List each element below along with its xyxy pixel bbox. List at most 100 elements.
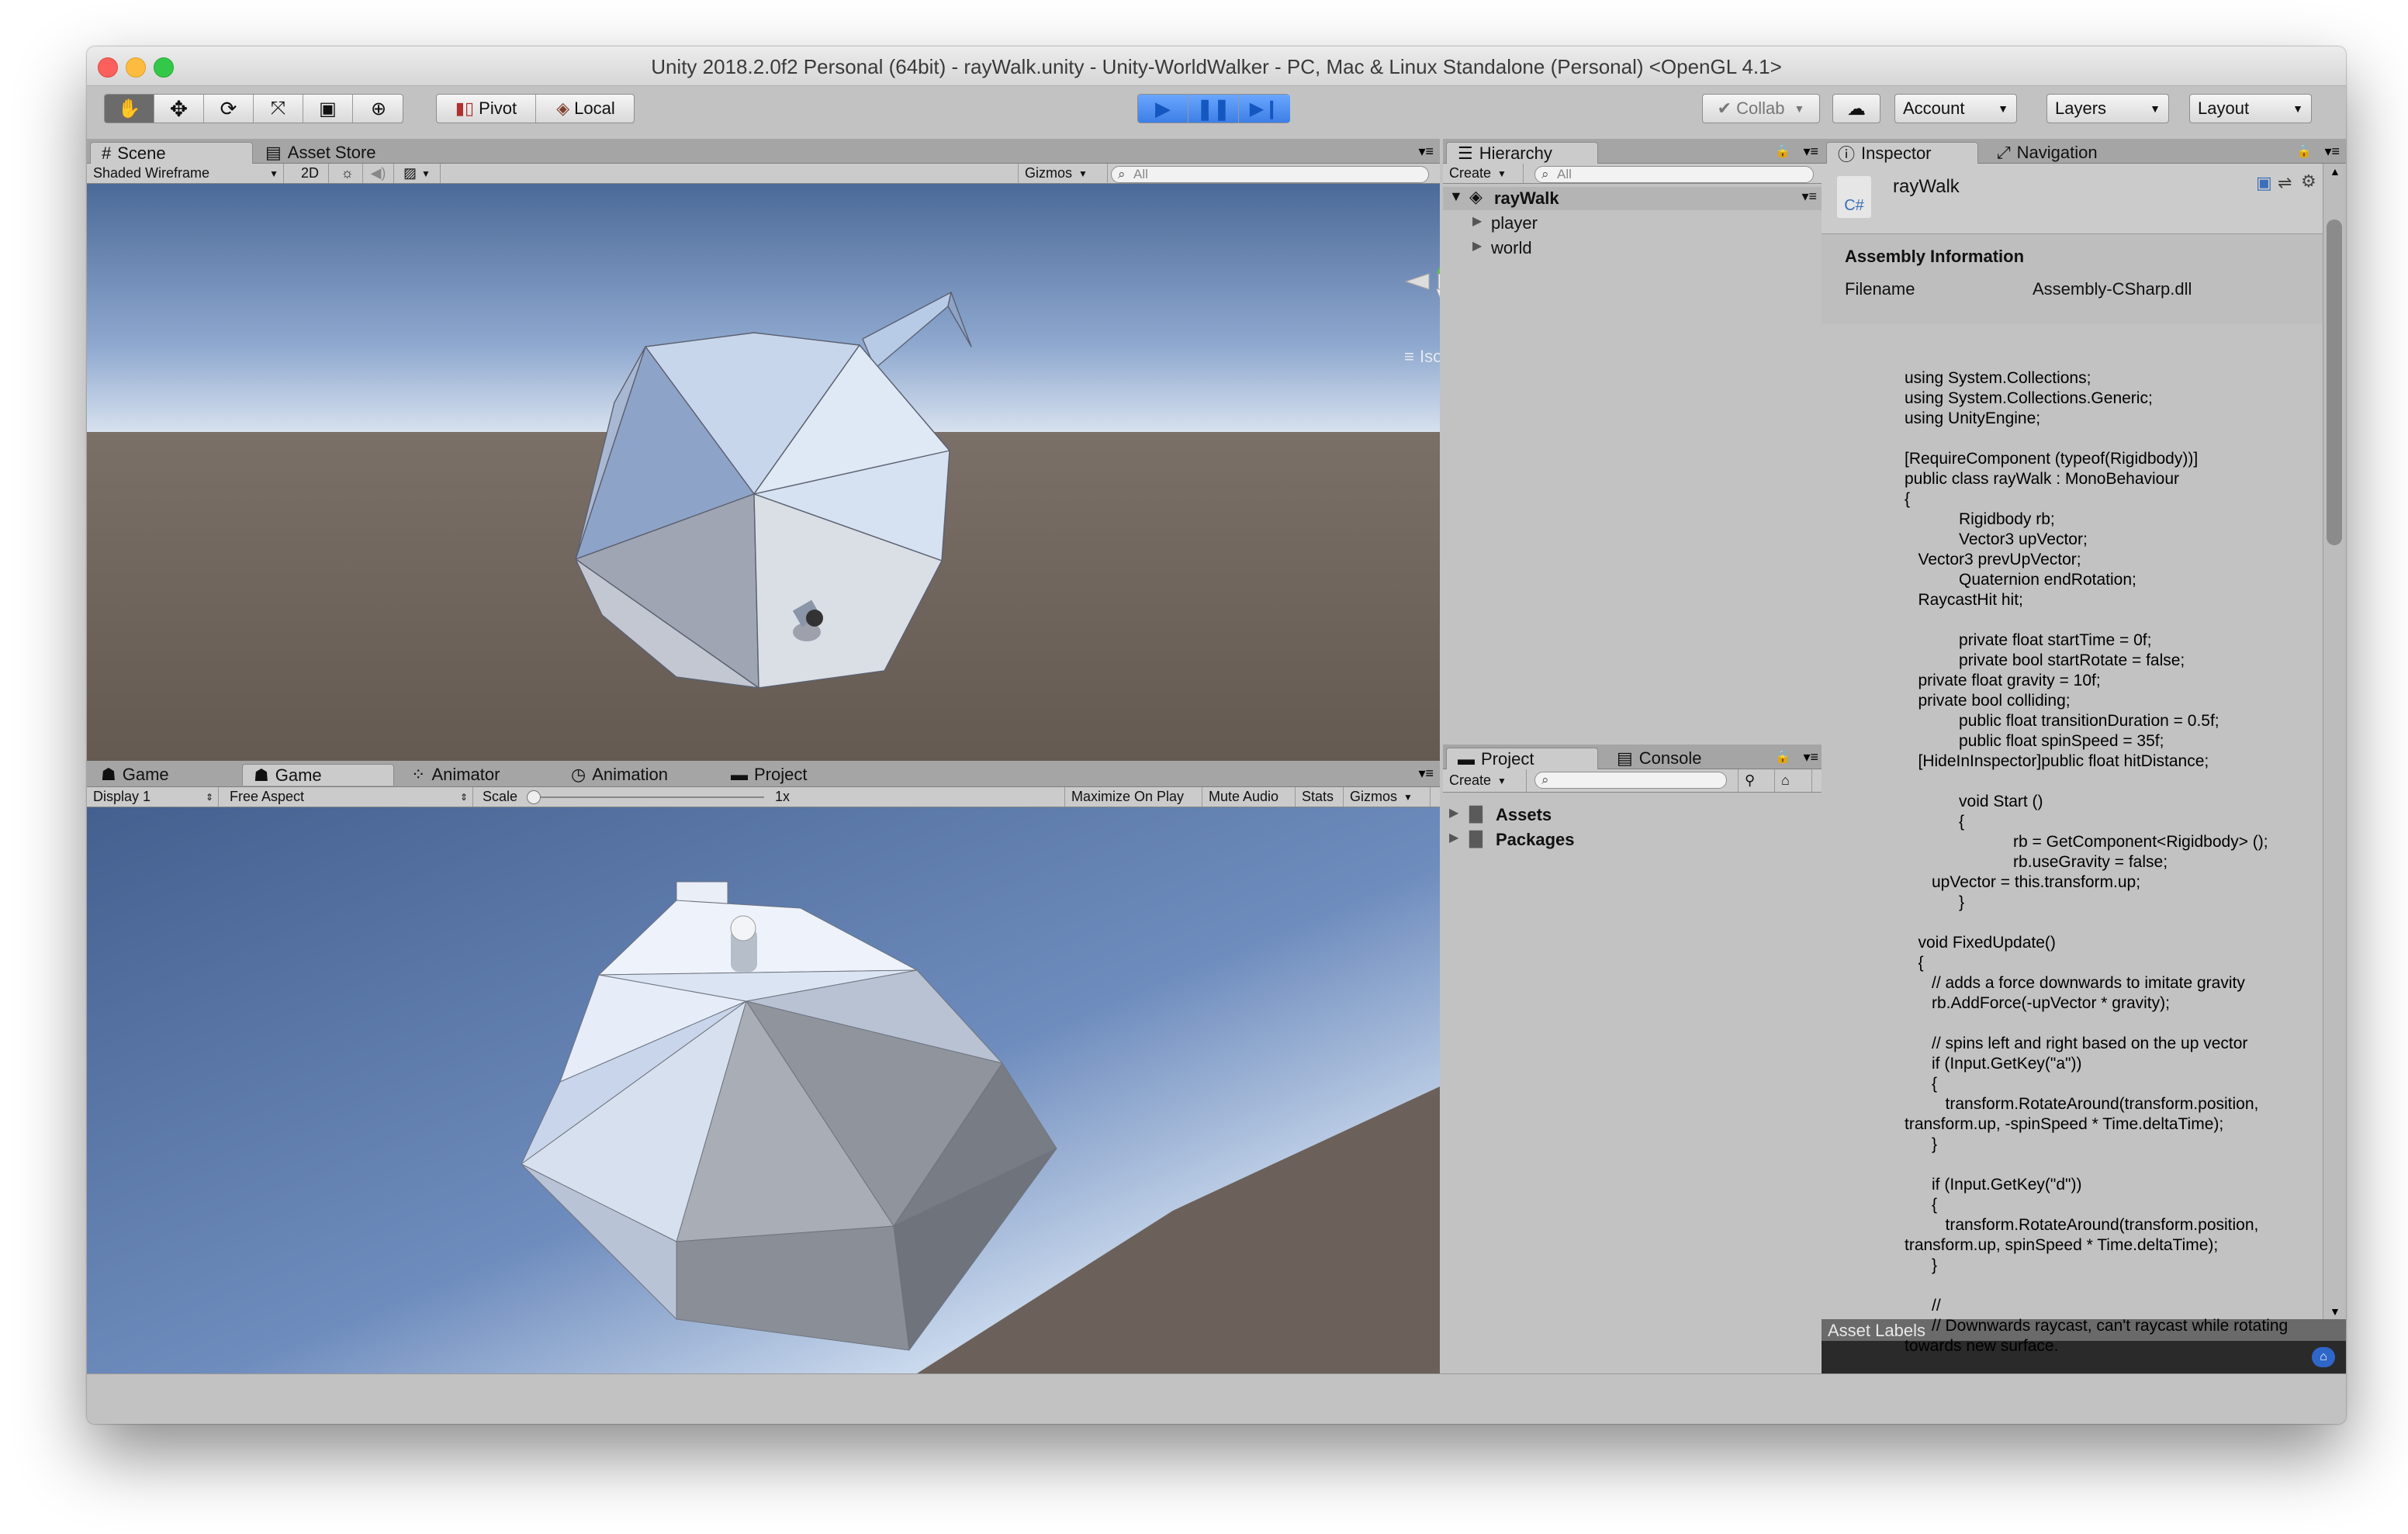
move-icon: ✥ <box>169 96 189 121</box>
scale-slider-thumb[interactable] <box>527 789 541 804</box>
layers-dropdown[interactable]: Layers ▼ <box>2046 94 2169 123</box>
display-dropdown[interactable]: Display 1 ⇕ <box>87 787 219 807</box>
chevron-down-icon: ▼ <box>1794 102 1805 115</box>
clock-icon: ◷ <box>571 765 586 784</box>
tab-navigation[interactable]: ⤢ Navigation <box>1986 142 2157 164</box>
aspect-dropdown[interactable]: Free Aspect ⇕ <box>223 787 473 807</box>
tab-animation[interactable]: ◷ Animation <box>560 764 715 786</box>
local-toggle[interactable]: ◈ Local <box>536 95 635 123</box>
step-button[interactable]: ▶❙ <box>1239 95 1290 123</box>
tab-project-2[interactable]: ▬ Project <box>720 764 875 786</box>
filename-value: Assembly-CSharp.dll <box>2033 279 2192 299</box>
account-dropdown[interactable]: Account ▼ <box>1894 94 2017 123</box>
hierarchy-item-player[interactable]: ▶ player <box>1443 212 1825 235</box>
tab-console[interactable]: ▤ Console <box>1606 748 1745 769</box>
project-create-dropdown[interactable]: Create ▼ <box>1443 769 1527 792</box>
scene-control-bar: Shaded Wireframe ▼ 2D ☼ ◀) ▨ ▼ Gizmos ▼ … <box>87 164 1440 184</box>
scene-menu-icon[interactable]: ▾≡ <box>1801 188 1817 205</box>
scale-icon: ⤧ <box>270 98 286 119</box>
scene-viewport[interactable]: y x z Iso ≡ 🔒 <box>87 184 1440 761</box>
move-tool-button[interactable]: ✥ <box>154 95 204 123</box>
panel-menu-icon[interactable]: ▾≡ <box>1803 749 1818 765</box>
scale-tool-button[interactable]: ⤧ <box>254 95 303 123</box>
status-bar <box>87 1373 2346 1424</box>
audio-toggle[interactable]: ◀) <box>363 164 394 183</box>
expand-arrow-icon[interactable]: ▶ <box>1449 830 1458 845</box>
cloud-button[interactable]: ☁ <box>1832 94 1880 123</box>
hand-icon: ✋ <box>117 98 141 119</box>
stats-toggle[interactable]: Stats <box>1296 787 1344 807</box>
tab-hierarchy-label: Hierarchy <box>1479 143 1552 163</box>
lock-icon[interactable]: 🔒 <box>2296 143 2312 159</box>
panel-menu-icon[interactable]: ▾≡ <box>1803 143 1818 160</box>
tab-scene[interactable]: # Scene <box>90 142 253 164</box>
lock-icon[interactable]: 🔒 <box>1775 143 1790 159</box>
collab-button[interactable]: ✔ Collab ▼ <box>1702 94 1820 123</box>
projection-label[interactable]: Iso <box>1420 347 1440 366</box>
draw-mode-dropdown[interactable]: Shaded Wireframe ▼ <box>87 164 284 183</box>
project-search-input[interactable]: ⌕ <box>1534 772 1727 789</box>
hierarchy-search-input[interactable]: ⌕ All <box>1534 166 1814 183</box>
tab-hierarchy[interactable]: ☰ Hierarchy <box>1446 142 1598 164</box>
transform-tool-button[interactable]: ⊕ <box>353 95 404 123</box>
pivot-toggle[interactable]: ▮▯ Pivot <box>437 95 536 123</box>
tab-asset-store[interactable]: ▤ Asset Store <box>254 142 410 164</box>
project-folder-packages[interactable]: ▶ ▇ Packages <box>1443 828 1825 852</box>
expand-arrow-icon[interactable]: ▶ <box>1472 238 1482 254</box>
game-tab-bar: ☗ Game ☗ Game ⁘ Animator ◷ Animation ▬ P… <box>87 761 1440 787</box>
rotate-icon: ⟳ <box>220 96 237 120</box>
tab-animation-label: Animation <box>592 765 669 784</box>
tab-inspector[interactable]: ⓘ Inspector <box>1826 142 1978 164</box>
scale-value: 1x <box>775 789 791 804</box>
expand-arrow-icon[interactable]: ▶ <box>1472 213 1482 229</box>
check-icon: ✔ <box>1717 98 1732 118</box>
chevron-down-icon: ▼ <box>1497 168 1507 179</box>
filter-by-label-button[interactable]: ⌂ <box>1775 769 1812 792</box>
panel-menu-icon[interactable]: ▾≡ <box>1418 143 1434 160</box>
game-viewport[interactable] <box>87 807 1440 1373</box>
draw-mode-label: Shaded Wireframe <box>93 165 210 181</box>
filter-by-type-button[interactable]: ⚲ <box>1738 769 1775 792</box>
hierarchy-create-dropdown[interactable]: Create ▼ <box>1443 164 1524 183</box>
tab-game-1[interactable]: ☗ Game <box>90 764 233 786</box>
maximize-label: Maximize On Play <box>1071 789 1185 804</box>
expand-arrow-icon[interactable]: ▼ <box>1449 188 1463 205</box>
rotate-tool-button[interactable]: ⟳ <box>204 95 254 123</box>
tab-project[interactable]: ▬ Project <box>1446 748 1598 769</box>
hierarchy-scene-row[interactable]: ▼ ◈ rayWalk ▾≡ <box>1443 187 1825 210</box>
lock-icon[interactable]: 🔒 <box>1775 749 1790 765</box>
hierarchy-search-placeholder: All <box>1557 167 1572 181</box>
expand-arrow-icon[interactable]: ▶ <box>1449 805 1458 821</box>
tab-animator[interactable]: ⁘ Animator <box>400 764 555 786</box>
project-folder-assets[interactable]: ▶ ▇ Assets <box>1443 803 1825 827</box>
scroll-up-icon[interactable]: ▲ <box>2330 165 2341 178</box>
chevron-down-icon: ▼ <box>1998 102 2008 115</box>
panel-menu-icon[interactable]: ▾≡ <box>1418 765 1434 782</box>
game-gizmos-dropdown[interactable]: Gizmos ▼ <box>1344 787 1431 807</box>
effects-dropdown[interactable]: ▨ ▼ <box>397 164 441 183</box>
scene-render: y x z Iso ≡ 🔒 <box>87 184 1440 761</box>
panel-menu-icon[interactable]: ▾≡ <box>2324 143 2340 160</box>
scene-search-input[interactable]: ⌕ All <box>1111 166 1429 183</box>
maximize-on-play-toggle[interactable]: Maximize On Play <box>1064 787 1202 807</box>
gear-icon[interactable]: ⚙ <box>2301 171 2316 192</box>
game-gizmos-label: Gizmos <box>1350 789 1398 804</box>
play-button[interactable]: ▶ <box>1138 95 1188 123</box>
rect-tool-button[interactable]: ▣ <box>303 95 353 123</box>
2d-toggle[interactable]: 2D <box>292 164 329 183</box>
tab-inspector-label: Inspector <box>1861 143 1932 163</box>
project-tab-bar: ▬ Project ▤ Console 🔒 ▾≡ <box>1443 745 1825 769</box>
hierarchy-item-world[interactable]: ▶ world <box>1443 237 1825 260</box>
hand-tool-button[interactable]: ✋ <box>105 95 154 123</box>
open-script-icon[interactable]: ▣ <box>2256 173 2272 193</box>
inspector-tab-bar: ⓘ Inspector ⤢ Navigation 🔒 ▾≡ <box>1822 139 2346 164</box>
preset-icon[interactable]: ⇌ <box>2278 173 2292 193</box>
mute-audio-toggle[interactable]: Mute Audio <box>1202 787 1296 807</box>
layout-dropdown[interactable]: Layout ▼ <box>2189 94 2312 123</box>
lighting-toggle[interactable]: ☼ <box>332 164 363 183</box>
pause-button[interactable]: ❚❚ <box>1188 95 1239 123</box>
list-icon: ☰ <box>1458 143 1473 163</box>
gizmos-dropdown[interactable]: Gizmos ▼ <box>1018 164 1108 183</box>
tab-game-2[interactable]: ☗ Game <box>242 764 394 786</box>
scale-slider[interactable] <box>527 789 765 804</box>
